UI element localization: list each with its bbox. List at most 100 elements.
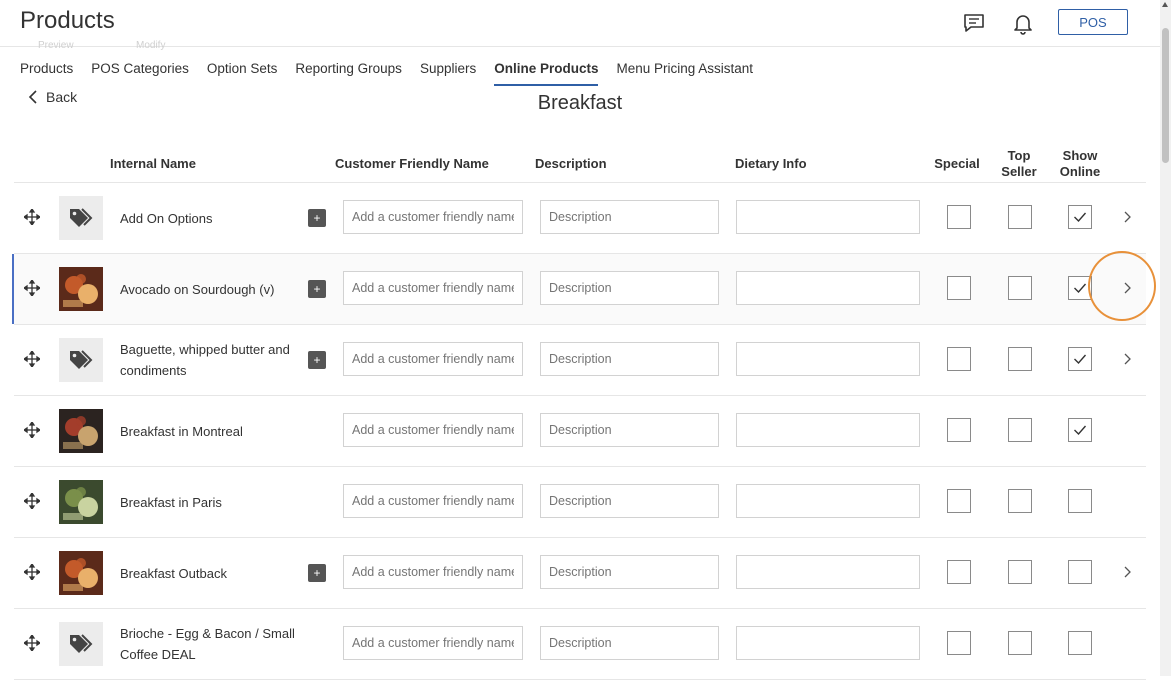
tag-icon bbox=[59, 196, 103, 240]
table-row[interactable]: Add On Options + bbox=[14, 183, 1146, 254]
product-tabs: Products POS Categories Option Sets Repo… bbox=[20, 60, 771, 86]
top-seller-checkbox[interactable] bbox=[1008, 418, 1032, 442]
dietary-info-input[interactable] bbox=[736, 200, 920, 234]
top-seller-checkbox[interactable] bbox=[1008, 347, 1032, 371]
special-checkbox[interactable] bbox=[947, 276, 971, 300]
chevron-right-icon[interactable] bbox=[1120, 209, 1136, 225]
drag-handle-icon[interactable] bbox=[22, 562, 42, 582]
special-checkbox[interactable] bbox=[947, 347, 971, 371]
customer-friendly-name-input[interactable] bbox=[343, 484, 523, 518]
customer-friendly-name-input[interactable] bbox=[343, 555, 523, 589]
col-dietary-info: Dietary Info bbox=[735, 156, 807, 171]
drag-handle-icon[interactable] bbox=[22, 278, 42, 298]
col-special: Special bbox=[934, 156, 980, 171]
chevron-right-icon[interactable] bbox=[1120, 564, 1136, 580]
product-name: Add On Options bbox=[120, 210, 213, 226]
special-checkbox[interactable] bbox=[947, 560, 971, 584]
description-input[interactable] bbox=[540, 413, 719, 447]
bell-icon[interactable] bbox=[1011, 11, 1035, 35]
tab-menu-pricing-assistant[interactable]: Menu Pricing Assistant bbox=[616, 60, 753, 86]
product-name: Breakfast in Montreal bbox=[120, 423, 243, 439]
dietary-info-input[interactable] bbox=[736, 413, 920, 447]
dietary-info-input[interactable] bbox=[736, 271, 920, 305]
special-checkbox[interactable] bbox=[947, 418, 971, 442]
top-seller-checkbox[interactable] bbox=[1008, 631, 1032, 655]
special-checkbox[interactable] bbox=[947, 631, 971, 655]
show-online-checkbox[interactable] bbox=[1068, 205, 1092, 229]
add-option-button[interactable]: + bbox=[308, 351, 326, 369]
customer-friendly-name-input[interactable] bbox=[343, 342, 523, 376]
description-input[interactable] bbox=[540, 484, 719, 518]
customer-friendly-name-input[interactable] bbox=[343, 271, 523, 305]
message-icon[interactable] bbox=[962, 11, 986, 35]
show-online-checkbox[interactable] bbox=[1068, 347, 1092, 371]
chevron-right-icon[interactable] bbox=[1120, 351, 1136, 367]
drag-handle-icon[interactable] bbox=[22, 420, 42, 440]
scroll-up-arrow[interactable] bbox=[1162, 2, 1168, 7]
product-photo bbox=[59, 409, 103, 453]
product-name: Breakfast Outback bbox=[120, 565, 227, 581]
tab-products[interactable]: Products bbox=[20, 60, 73, 86]
col-internal-name: Internal Name bbox=[110, 156, 196, 171]
dietary-info-input[interactable] bbox=[736, 555, 920, 589]
table-row[interactable]: Avocado on Sourdough (v) + bbox=[12, 254, 1146, 325]
tab-online-products[interactable]: Online Products bbox=[494, 60, 599, 86]
product-name: Avocado on Sourdough (v) bbox=[120, 281, 275, 297]
drag-handle-icon[interactable] bbox=[22, 349, 42, 369]
page-title: Products bbox=[20, 7, 115, 34]
top-seller-checkbox[interactable] bbox=[1008, 560, 1032, 584]
table-row[interactable]: Breakfast in Montreal bbox=[14, 396, 1146, 467]
top-seller-checkbox[interactable] bbox=[1008, 205, 1032, 229]
dietary-info-input[interactable] bbox=[736, 484, 920, 518]
description-input[interactable] bbox=[540, 555, 719, 589]
customer-friendly-name-input[interactable] bbox=[343, 200, 523, 234]
show-online-checkbox[interactable] bbox=[1068, 631, 1092, 655]
table-row[interactable]: Breakfast in Paris bbox=[14, 467, 1146, 538]
show-online-checkbox[interactable] bbox=[1068, 560, 1092, 584]
section-title: Breakfast bbox=[537, 92, 623, 114]
table-row[interactable]: Breakfast Outback + bbox=[14, 538, 1146, 609]
col-show-online: Show Online bbox=[1059, 148, 1101, 179]
ghost-label-modify: Modify bbox=[136, 40, 166, 51]
customer-friendly-name-input[interactable] bbox=[343, 626, 523, 660]
scrollbar[interactable] bbox=[1160, 0, 1171, 676]
special-checkbox[interactable] bbox=[947, 205, 971, 229]
customer-friendly-name-input[interactable] bbox=[343, 413, 523, 447]
description-input[interactable] bbox=[540, 271, 719, 305]
pos-button[interactable]: POS bbox=[1058, 9, 1128, 35]
top-seller-checkbox[interactable] bbox=[1008, 276, 1032, 300]
description-input[interactable] bbox=[540, 626, 719, 660]
dietary-info-input[interactable] bbox=[736, 342, 920, 376]
back-link[interactable]: Back bbox=[28, 89, 77, 105]
top-seller-checkbox[interactable] bbox=[1008, 489, 1032, 513]
tab-reporting-groups[interactable]: Reporting Groups bbox=[295, 60, 402, 86]
col-top-seller: Top Seller bbox=[1001, 148, 1037, 179]
chevron-left-icon bbox=[28, 90, 37, 104]
add-option-button[interactable]: + bbox=[308, 280, 326, 298]
table-row[interactable]: Brioche - Egg & Bacon / Small Coffee DEA… bbox=[14, 609, 1146, 680]
drag-handle-icon[interactable] bbox=[22, 491, 42, 511]
back-label: Back bbox=[46, 89, 78, 105]
product-name: Baguette, whipped butter and condiments bbox=[120, 342, 290, 378]
drag-handle-icon[interactable] bbox=[22, 633, 42, 653]
description-input[interactable] bbox=[540, 200, 719, 234]
drag-handle-icon[interactable] bbox=[22, 207, 42, 227]
show-online-checkbox[interactable] bbox=[1068, 276, 1092, 300]
tab-suppliers[interactable]: Suppliers bbox=[420, 60, 476, 86]
add-option-button[interactable]: + bbox=[308, 209, 326, 227]
page-header: Products POS Preview Modify bbox=[0, 0, 1160, 51]
col-description: Description bbox=[535, 156, 607, 171]
tab-pos-categories[interactable]: POS Categories bbox=[91, 60, 189, 86]
product-photo bbox=[59, 480, 103, 524]
dietary-info-input[interactable] bbox=[736, 626, 920, 660]
table-row[interactable]: Baguette, whipped butter and condiments + bbox=[14, 325, 1146, 396]
tag-icon bbox=[59, 338, 103, 382]
special-checkbox[interactable] bbox=[947, 489, 971, 513]
scroll-thumb[interactable] bbox=[1162, 28, 1169, 163]
description-input[interactable] bbox=[540, 342, 719, 376]
chevron-right-icon[interactable] bbox=[1120, 280, 1136, 296]
show-online-checkbox[interactable] bbox=[1068, 418, 1092, 442]
tab-option-sets[interactable]: Option Sets bbox=[207, 60, 278, 86]
show-online-checkbox[interactable] bbox=[1068, 489, 1092, 513]
add-option-button[interactable]: + bbox=[308, 564, 326, 582]
